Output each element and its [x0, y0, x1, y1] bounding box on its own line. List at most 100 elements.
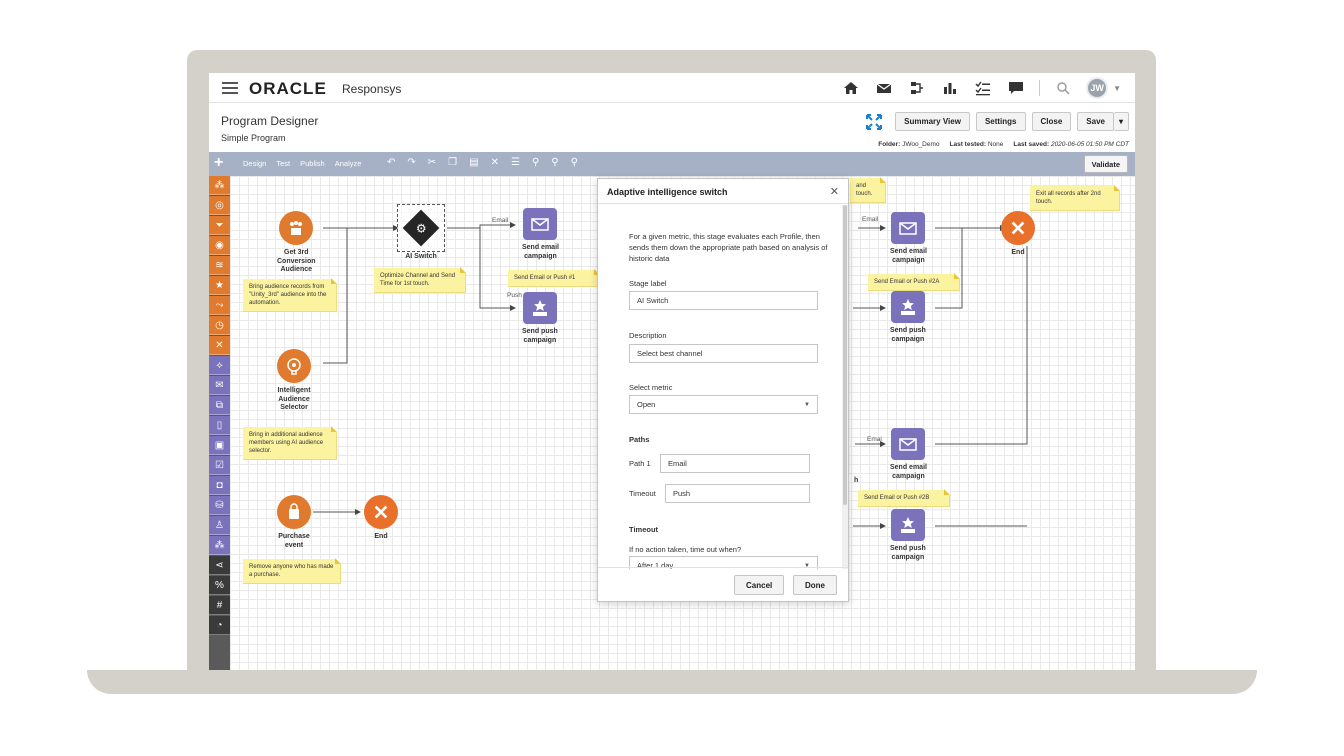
- end-node[interactable]: End: [364, 495, 398, 542]
- metric-select[interactable]: Open ▼: [629, 395, 818, 414]
- close-button[interactable]: Close: [1031, 112, 1072, 131]
- description-input[interactable]: Select best channel: [629, 344, 818, 363]
- workflow-icon[interactable]: [907, 78, 927, 98]
- mail-stage-icon[interactable]: ✉: [209, 376, 230, 395]
- node-label: End: [1011, 249, 1025, 256]
- branch-icon[interactable]: ⋖: [209, 556, 230, 575]
- send-email-node[interactable]: Send email campaign: [890, 428, 927, 481]
- dialog-scrollbar[interactable]: [842, 205, 848, 569]
- cut-icon[interactable]: ✂: [428, 157, 436, 168]
- metric-value: Open: [637, 400, 656, 409]
- done-button[interactable]: Done: [793, 575, 837, 595]
- windows-icon[interactable]: ⧉: [209, 396, 230, 415]
- path1-label: Path 1: [629, 459, 651, 468]
- send-email-node[interactable]: Send email campaign: [890, 212, 927, 265]
- checklist-icon[interactable]: [973, 78, 993, 98]
- close-icon[interactable]: ✕: [830, 185, 839, 198]
- home-icon[interactable]: [841, 78, 861, 98]
- design-canvas[interactable]: Get 3rd Conversion Audience Intelligent …: [230, 176, 1135, 670]
- menu-icon[interactable]: [222, 82, 238, 94]
- sticky-note[interactable]: Bring audience records from "Unity_3rd" …: [243, 278, 337, 312]
- save-split-button: Save ▾: [1077, 112, 1129, 131]
- sticky-note[interactable]: Send Email or Push #2B: [858, 489, 950, 507]
- redo-icon[interactable]: ↷: [407, 157, 415, 168]
- send-email-node[interactable]: Send email campaign: [522, 208, 559, 261]
- node-label: Send email campaign: [890, 248, 927, 264]
- tab-publish[interactable]: Publish: [300, 159, 325, 168]
- add-icon[interactable]: +: [214, 154, 223, 172]
- chart-icon[interactable]: [940, 78, 960, 98]
- undo-icon[interactable]: ↶: [387, 157, 395, 168]
- save-button[interactable]: Save: [1077, 112, 1114, 131]
- sticky-note[interactable]: and touch.: [850, 177, 886, 203]
- node-label: End: [374, 533, 388, 540]
- mobile-icon[interactable]: ▯: [209, 416, 230, 435]
- wifi-icon[interactable]: ≋: [209, 256, 230, 275]
- delete-icon[interactable]: ✕: [491, 157, 499, 168]
- mail-icon[interactable]: [874, 78, 894, 98]
- location-icon[interactable]: ◎: [209, 196, 230, 215]
- hash-icon[interactable]: #: [209, 596, 230, 615]
- filter-icon[interactable]: ⏷: [209, 216, 230, 235]
- fit-to-screen-icon[interactable]: [865, 113, 883, 131]
- tab-analyze[interactable]: Analyze: [335, 159, 362, 168]
- search-icon[interactable]: [1053, 78, 1073, 98]
- chat-icon[interactable]: [1006, 78, 1026, 98]
- timeout-path-label: Timeout: [629, 489, 656, 498]
- sticky-note[interactable]: Optimize Channel and Send Time for 1st t…: [374, 267, 466, 293]
- chevron-down-icon[interactable]: ▼: [1113, 84, 1121, 93]
- sticky-note[interactable]: Bring in additional audience members usi…: [243, 426, 337, 460]
- summary-view-button[interactable]: Summary View: [895, 112, 970, 131]
- validate-button[interactable]: Validate: [1083, 155, 1128, 173]
- end-icon[interactable]: ✕: [209, 336, 230, 355]
- end-node[interactable]: End: [1001, 211, 1035, 258]
- purchase-event-node[interactable]: Purchase event: [277, 495, 311, 550]
- copy-icon[interactable]: ❐: [448, 157, 457, 168]
- group-icon[interactable]: ⁂: [209, 536, 230, 555]
- scrollbar-thumb[interactable]: [843, 205, 847, 505]
- intelligent-audience-node[interactable]: Intelligent Audience Selector: [277, 349, 311, 413]
- form-icon[interactable]: ☑: [209, 456, 230, 475]
- person-icon[interactable]: ♙: [209, 516, 230, 535]
- database-icon[interactable]: ⛁: [209, 496, 230, 515]
- percent-icon[interactable]: %: [209, 576, 230, 595]
- inbox-icon[interactable]: ◘: [209, 476, 230, 495]
- dialog-body: For a given metric, this stage evaluates…: [598, 205, 842, 569]
- sticky-note[interactable]: Send Email or Push #1: [508, 269, 600, 287]
- tab-design[interactable]: Design: [243, 159, 266, 168]
- gauge-icon[interactable]: ◔: [209, 616, 230, 635]
- clipboard-icon[interactable]: ▣: [209, 436, 230, 455]
- node-label: Send push campaign: [890, 327, 926, 343]
- align-icon[interactable]: ☰: [511, 157, 520, 168]
- stage-label-input[interactable]: AI Switch: [629, 291, 818, 310]
- tab-test[interactable]: Test: [276, 159, 290, 168]
- sticky-note[interactable]: Remove anyone who has made a purchase.: [243, 558, 341, 584]
- path1-input[interactable]: Email: [660, 454, 810, 473]
- avatar[interactable]: JW: [1086, 77, 1109, 99]
- audience-icon[interactable]: ⁂: [209, 176, 230, 195]
- ai-switch-node[interactable]: ⚙ AI Switch: [397, 204, 445, 262]
- zoom-in-icon[interactable]: ⚲: [551, 157, 558, 168]
- dialog-title: Adaptive intelligence switch: [607, 187, 728, 197]
- paste-icon[interactable]: ▤: [469, 157, 478, 168]
- zoom-icon[interactable]: ⚲: [532, 157, 539, 168]
- path-label: Email: [492, 217, 509, 224]
- send-push-node[interactable]: Send push campaign: [522, 292, 558, 345]
- clock-icon[interactable]: ◷: [209, 316, 230, 335]
- save-dropdown-icon[interactable]: ▾: [1113, 112, 1129, 131]
- timeout-path-input[interactable]: Push: [665, 484, 810, 503]
- send-push-node[interactable]: Send push campaign: [890, 291, 926, 344]
- send-push-node[interactable]: Send push campaign: [890, 509, 926, 562]
- metric-label: Select metric: [629, 383, 673, 392]
- zoom-out-icon[interactable]: ⚲: [571, 157, 578, 168]
- settings-button[interactable]: Settings: [975, 112, 1026, 131]
- star-icon[interactable]: ★: [209, 276, 230, 295]
- handshake-icon[interactable]: ⟡: [209, 356, 230, 375]
- cancel-button[interactable]: Cancel: [734, 575, 785, 595]
- laptop-base: [87, 670, 1257, 694]
- sticky-note[interactable]: Send Email or Push #2A: [868, 273, 960, 291]
- split-icon[interactable]: ⤳: [209, 296, 230, 315]
- intelligent-icon[interactable]: ◉: [209, 236, 230, 255]
- get-3rd-audience-node[interactable]: Get 3rd Conversion Audience: [277, 211, 316, 275]
- sticky-note[interactable]: Exit all records after 2nd touch.: [1030, 185, 1120, 211]
